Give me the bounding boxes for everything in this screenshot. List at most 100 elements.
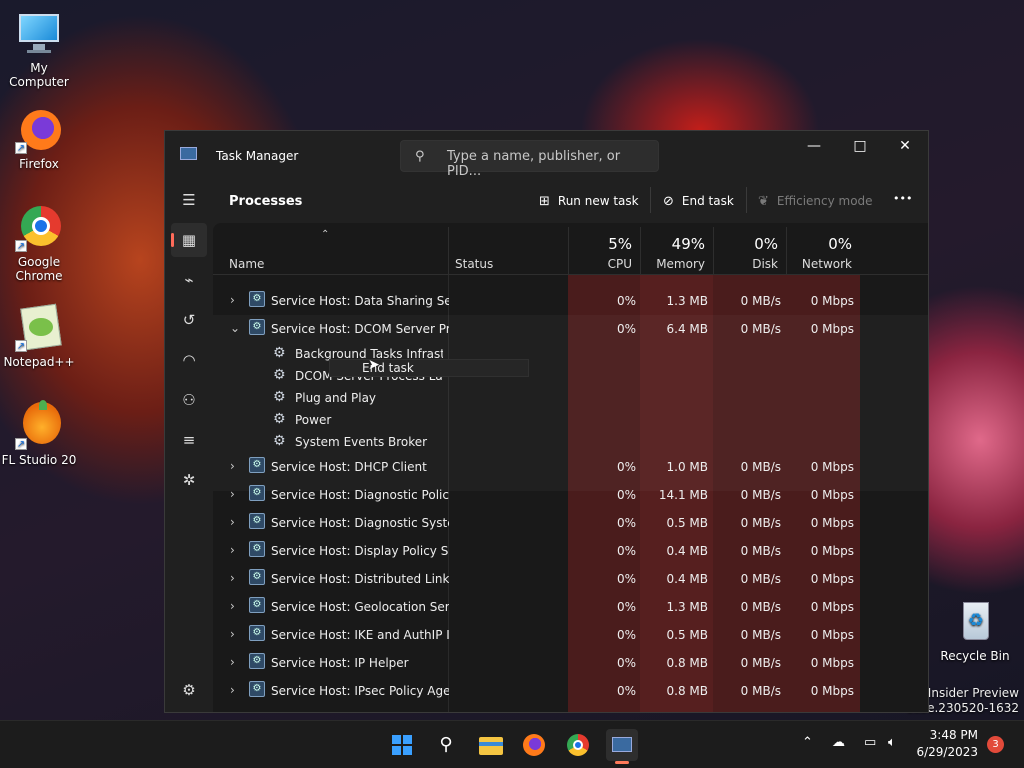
service-subrow[interactable]: ⚙ Power: [213, 409, 928, 431]
table-row[interactable]: › ⚙ Service Host: IKE and AuthIP I... 0% 0.5…: [213, 621, 928, 649]
chevron-right-icon[interactable]: ›: [230, 599, 235, 613]
network-icon[interactable]: ▭: [864, 735, 876, 750]
column-network[interactable]: 0% Network: [786, 227, 860, 275]
task-manager-taskbar-icon[interactable]: [606, 729, 638, 764]
chrome-taskbar-icon[interactable]: [562, 729, 594, 761]
chevron-right-icon[interactable]: ›: [230, 459, 235, 473]
sidebar-item-details[interactable]: ≡: [171, 423, 207, 457]
sidebar-item-settings[interactable]: ⚙: [171, 673, 207, 707]
service-subrow[interactable]: ⚙DCOM Server Process Lau...: [213, 365, 928, 387]
table-row[interactable]: ⌄ ⚙ Service Host: DCOM Server Pr... 0% 6…: [213, 315, 928, 343]
service-name: System Events Broker: [295, 435, 428, 449]
onedrive-icon[interactable]: ☁: [832, 735, 845, 750]
service-subrow[interactable]: ⚙Background Tasks Infrastr...: [213, 343, 928, 365]
process-name: Service Host: Diagnostic Polic...: [271, 488, 449, 502]
toolbar: Processes ⊞ Run new task ⊘ End task ❦ Effic…: [213, 179, 928, 223]
network-value: 0 Mbps: [810, 294, 854, 308]
desktop-icon-firefox[interactable]: ↗ Firefox: [0, 106, 78, 171]
efficiency-mode-label: Efficiency mode: [776, 194, 873, 208]
page-title: Processes: [229, 194, 303, 209]
process-name: Service Host: Distributed Link ...: [271, 572, 449, 586]
column-memory[interactable]: 49% Memory: [640, 227, 713, 275]
sidebar-item-processes[interactable]: ▦: [171, 223, 207, 257]
disk-value: 0 MB/s: [740, 460, 781, 474]
chevron-down-icon[interactable]: ⌄: [230, 321, 240, 335]
chevron-right-icon[interactable]: ›: [230, 515, 235, 529]
chevron-right-icon[interactable]: ›: [230, 293, 235, 307]
sidebar-item-app-history[interactable]: ↺: [171, 303, 207, 337]
efficiency-mode-button[interactable]: ❦ Efficiency mode: [758, 194, 873, 209]
disk-value: 0 MB/s: [740, 656, 781, 670]
service-name: Plug and Play: [295, 391, 377, 405]
mouse-cursor-icon: ➤: [368, 357, 380, 373]
desktop-icon-label: My Computer: [9, 61, 69, 89]
table-row[interactable]: › ⚙ Service Host: Display Policy Se... 0% 0.…: [213, 537, 928, 565]
desktop-icon-notepadpp[interactable]: ↗ Notepad++: [0, 303, 78, 369]
process-list: ⌃ Name Status 5% CPU 49% Memory 0% Disk …: [213, 223, 928, 712]
table-row[interactable]: › ⚙ Service Host: Geolocation Serv... 0% 1.3…: [213, 593, 928, 621]
context-menu-end-task[interactable]: End task: [329, 359, 529, 377]
memory-value: 0.4 MB: [666, 572, 708, 586]
cpu-value: 0%: [616, 544, 636, 558]
search-box[interactable]: ⚲ Type a name, publisher, or PID...: [400, 140, 659, 179]
chevron-right-icon[interactable]: ›: [230, 487, 235, 501]
leaf-icon: ❦: [758, 194, 769, 209]
chevron-right-icon[interactable]: ›: [230, 543, 235, 557]
clock-date: 6/29/2023: [916, 745, 978, 759]
search-taskbar-icon[interactable]: ⚲: [430, 729, 462, 761]
table-row[interactable]: › ⚙ Service Host: IPsec Policy Agent 0% 0.8 …: [213, 677, 928, 705]
service-name: Power: [295, 413, 332, 427]
taskbar: ⚲ ⌃ ☁ ▭ 🔈︎ 3:48 PM 6/29/2023 3: [0, 720, 1024, 768]
desktop-icon-label: FL Studio 20: [1, 453, 77, 467]
chevron-right-icon[interactable]: ›: [230, 627, 235, 641]
chevron-right-icon[interactable]: ›: [230, 683, 235, 697]
column-cpu[interactable]: 5% CPU: [568, 227, 640, 275]
title-bar[interactable]: Task Manager ⚲ Type a name, publisher, o…: [165, 131, 928, 179]
column-name[interactable]: Name: [213, 227, 448, 275]
table-row[interactable]: › ⚙ Service Host: IP Helper 0% 0.8 MB 0 MB/s 0…: [213, 649, 928, 677]
run-new-task-button[interactable]: ⊞ Run new task: [539, 194, 639, 209]
column-disk[interactable]: 0% Disk: [713, 227, 786, 275]
chevron-up-icon[interactable]: ⌃: [802, 735, 813, 750]
chevron-right-icon[interactable]: ›: [230, 655, 235, 669]
disk-value: 0 MB/s: [740, 628, 781, 642]
chevron-right-icon[interactable]: ›: [230, 571, 235, 585]
disk-total: 0%: [754, 235, 778, 253]
notification-badge[interactable]: 3: [987, 736, 1004, 753]
sidebar-item-users[interactable]: ⚇: [171, 383, 207, 417]
process-name: Service Host: Diagnostic Syste...: [271, 516, 449, 530]
more-options-button[interactable]: •••: [893, 192, 912, 205]
table-row[interactable]: › ⚙ Service Host: Distributed Link ... 0% 0.…: [213, 565, 928, 593]
firefox-taskbar-icon[interactable]: [518, 729, 550, 761]
table-row[interactable]: › ⚙ Service Host: Diagnostic Syste... 0% 0.5…: [213, 509, 928, 537]
service-host-icon: ⚙: [249, 513, 265, 529]
clock[interactable]: 3:48 PM 6/29/2023: [916, 727, 978, 761]
service-subrow[interactable]: ⚙ Plug and Play: [213, 387, 928, 409]
sidebar-item-startup-apps[interactable]: ◠: [171, 343, 207, 377]
desktop-icon-fl-studio[interactable]: ↗ FL Studio 20: [0, 400, 78, 467]
column-name-label: Name: [229, 257, 265, 271]
process-name: Service Host: IKE and AuthIP I...: [271, 628, 449, 642]
flstudio-icon: ↗: [15, 400, 63, 450]
desktop-icon-google-chrome[interactable]: ↗ Google Chrome: [0, 204, 78, 283]
volume-icon[interactable]: 🔈︎: [888, 735, 896, 750]
column-cpu-label: CPU: [607, 257, 632, 271]
close-button[interactable]: ✕: [882, 131, 928, 163]
start-button[interactable]: [386, 729, 418, 761]
desktop-icon-my-computer[interactable]: My Computer: [0, 10, 78, 89]
column-status[interactable]: Status: [448, 227, 568, 275]
maximize-button[interactable]: □: [837, 131, 883, 163]
end-task-button[interactable]: ⊘ End task: [663, 194, 734, 209]
service-subrow[interactable]: ⚙ System Events Broker: [213, 431, 928, 453]
desktop-icon-recycle-bin[interactable]: ♻ Recycle Bin: [936, 598, 1014, 663]
file-explorer-icon[interactable]: [474, 729, 506, 761]
minimize-button[interactable]: —: [791, 131, 837, 163]
sidebar-item-performance[interactable]: ⌁: [171, 263, 207, 297]
table-row[interactable]: › ⚙ Service Host: Data Sharing Ser... 0%…: [213, 287, 928, 315]
hamburger-menu-icon[interactable]: ☰: [171, 183, 207, 217]
network-value: 0 Mbps: [810, 322, 854, 336]
memory-value: 6.4 MB: [666, 322, 708, 336]
table-row[interactable]: › ⚙ Service Host: DHCP Client 0% 1.0 MB 0 MB/…: [213, 453, 928, 481]
table-row[interactable]: › ⚙ Service Host: Diagnostic Polic... 0% 14.…: [213, 481, 928, 509]
sidebar-item-services[interactable]: ✲: [171, 463, 207, 497]
